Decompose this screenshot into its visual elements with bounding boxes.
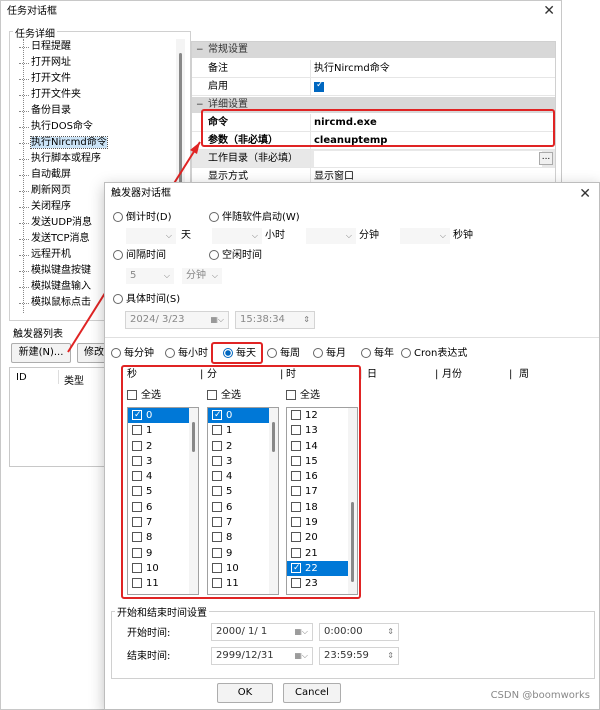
cancel-button[interactable]: Cancel (283, 683, 341, 703)
radio-icon (113, 294, 123, 304)
frequency-options: 每分钟 每小时 每天 每周 每月 每年 Cron表达式 (111, 347, 591, 363)
countdown-minute-input[interactable]: ⌵ (305, 227, 357, 245)
trigger-dialog-title: 触发器对话框 (111, 188, 171, 199)
radio-icon (209, 212, 219, 222)
daily-highlight-box (211, 342, 263, 364)
specific-time-radio[interactable]: 具体时间(S) (113, 293, 180, 307)
col-day-header: 日 (367, 369, 377, 380)
idle-radio[interactable]: 空闲时间 (209, 249, 262, 263)
unit-minute-label: 分钟 (359, 230, 379, 241)
radio-icon (361, 348, 371, 358)
radio-icon (267, 348, 277, 358)
countdown-radio[interactable]: 倒计时(D) (113, 211, 172, 225)
interval-unit-select[interactable]: 分钟 ⌵ (181, 267, 223, 285)
end-date-picker[interactable]: 2999/12/31 ▦⌵ (211, 647, 313, 665)
watermark: CSDN @boomworks (490, 690, 590, 701)
freq-option-radio[interactable]: 每分钟 (111, 347, 154, 361)
countdown-hour-input[interactable]: ⌵ (211, 227, 263, 245)
start-time-label: 开始时间: (127, 628, 171, 639)
spin-icon: ⇕ (303, 315, 310, 324)
col-week-header: 周 (519, 369, 529, 380)
radio-icon (401, 348, 411, 358)
countdown-day-input[interactable]: ⌵ (125, 227, 177, 245)
close-icon[interactable]: ✕ (579, 186, 591, 202)
col-month-header: 月份 (442, 369, 462, 380)
specific-time-input[interactable]: 15:38:34 ⇕ (235, 311, 315, 329)
radio-icon (113, 212, 123, 222)
radio-icon (313, 348, 323, 358)
calendar-icon: ▦⌵ (294, 627, 308, 636)
calendar-icon: ▦⌵ (294, 651, 308, 660)
start-time-input[interactable]: 0:00:00 ⇕ (319, 623, 399, 641)
end-time-label: 结束时间: (127, 651, 171, 662)
trigger-dialog: 触发器对话框 ✕ 倒计时(D) 伴随软件启动(W) ⌵ 天 ⌵ 小时 ⌵ 分钟 … (104, 182, 600, 710)
countdown-second-input[interactable]: ⌵ (399, 227, 451, 245)
unit-second-label: 秒钟 (453, 230, 473, 241)
start-date-picker[interactable]: 2000/ 1/ 1 ▦⌵ (211, 623, 313, 641)
freq-option-radio[interactable]: 每年 (361, 347, 394, 361)
unit-hour-label: 小时 (265, 230, 285, 241)
range-group-label: 开始和结束时间设置 (115, 604, 209, 619)
radio-icon (209, 250, 219, 260)
calendar-icon: ▦⌵ (210, 315, 224, 324)
interval-value-select[interactable]: 5 ⌵ (125, 267, 175, 285)
freq-option-radio[interactable]: Cron表达式 (401, 347, 467, 361)
radio-icon (113, 250, 123, 260)
with-software-radio[interactable]: 伴随软件启动(W) (209, 211, 300, 225)
specific-date-picker[interactable]: 2024/ 3/23 ▦⌵ (125, 311, 229, 329)
freq-option-radio[interactable]: 每月 (313, 347, 346, 361)
time-lists-highlight-box (121, 365, 361, 599)
range-group (111, 611, 595, 679)
radio-icon (165, 348, 175, 358)
spin-icon: ⇕ (387, 627, 394, 636)
freq-option-radio[interactable]: 每周 (267, 347, 300, 361)
interval-radio[interactable]: 间隔时间 (113, 249, 166, 263)
end-time-input[interactable]: 23:59:59 ⇕ (319, 647, 399, 665)
spin-icon: ⇕ (387, 651, 394, 660)
radio-icon (111, 348, 121, 358)
unit-day-label: 天 (181, 230, 191, 241)
freq-option-radio[interactable]: 每小时 (165, 347, 208, 361)
ok-button[interactable]: OK (217, 683, 273, 703)
